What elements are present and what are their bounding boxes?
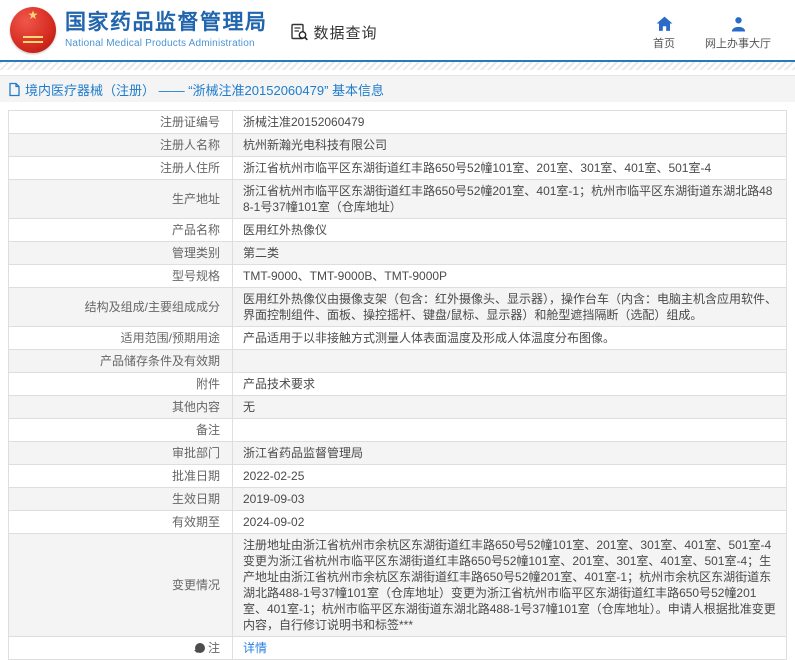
row-value: 杭州新瀚光电科技有限公司 (233, 134, 787, 157)
document-icon (8, 82, 21, 97)
row-value: 浙械注准20152060479 (233, 111, 787, 134)
breadcrumb[interactable]: 境内医疗器械（注册） —— “浙械注准20152060479” 基本信息 (25, 80, 384, 99)
row-label: 注册人住所 (9, 157, 233, 180)
row-label: 生效日期 (9, 488, 233, 511)
row-label: 备注 (9, 419, 233, 442)
row-value: 第二类 (233, 242, 787, 265)
nav-online-hall[interactable]: 网上办事大厅 (705, 16, 771, 51)
table-row: 审批部门浙江省药品监督管理局 (9, 442, 787, 465)
table-row: 变更情况注册地址由浙江省杭州市余杭区东湖街道红丰路650号52幢101室、201… (9, 534, 787, 637)
row-value: 详情 (233, 637, 787, 660)
decorative-stripe (0, 62, 795, 70)
row-label: 批准日期 (9, 465, 233, 488)
table-row: 附件产品技术要求 (9, 373, 787, 396)
table-row: 产品名称医用红外热像仪 (9, 219, 787, 242)
data-query-section: 数据查询 (290, 22, 378, 43)
row-value: 2022-02-25 (233, 465, 787, 488)
nav-home-label: 首页 (653, 35, 675, 51)
table-row: 管理类别第二类 (9, 242, 787, 265)
table-row: 型号规格TMT-9000、TMT-9000B、TMT-9000P (9, 265, 787, 288)
row-value: 产品适用于以非接触方式测量人体表面温度及形成人体温度分布图像。 (233, 327, 787, 350)
row-label: 注 (9, 637, 233, 660)
table-row: 生效日期2019-09-03 (9, 488, 787, 511)
row-value: 产品技术要求 (233, 373, 787, 396)
home-icon (656, 16, 673, 32)
table-row: 备注 (9, 419, 787, 442)
row-value: TMT-9000、TMT-9000B、TMT-9000P (233, 265, 787, 288)
row-label: 注册证编号 (9, 111, 233, 134)
nav-home[interactable]: 首页 (653, 16, 675, 51)
row-label: 审批部门 (9, 442, 233, 465)
row-label: 生产地址 (9, 180, 233, 219)
site-header: ★ 国家药品监督管理局 National Medical Products Ad… (0, 0, 795, 62)
table-row: 注册证编号浙械注准20152060479 (9, 111, 787, 134)
national-emblem-logo: ★ (10, 7, 56, 53)
row-label: 变更情况 (9, 534, 233, 637)
row-label: 产品储存条件及有效期 (9, 350, 233, 373)
table-row: 其他内容无 (9, 396, 787, 419)
row-label: 注册人名称 (9, 134, 233, 157)
document-search-icon (290, 23, 309, 42)
row-label: 其他内容 (9, 396, 233, 419)
emblem-gate-icon (23, 36, 43, 43)
row-value: 2019-09-03 (233, 488, 787, 511)
breadcrumb-bar: 境内医疗器械（注册） —— “浙械注准20152060479” 基本信息 (0, 75, 795, 102)
row-label: 型号规格 (9, 265, 233, 288)
row-value: 浙江省杭州市临平区东湖街道红丰路650号52幢101室、201室、301室、40… (233, 157, 787, 180)
row-value: 无 (233, 396, 787, 419)
row-label: 适用范围/预期用途 (9, 327, 233, 350)
table-row: 注册人住所浙江省杭州市临平区东湖街道红丰路650号52幢101室、201室、30… (9, 157, 787, 180)
emblem-star-icon: ★ (28, 9, 39, 21)
page: ★ 国家药品监督管理局 National Medical Products Ad… (0, 0, 795, 635)
table-row: 有效期至2024-09-02 (9, 511, 787, 534)
table-row: 产品储存条件及有效期 (9, 350, 787, 373)
agency-subtitle: National Medical Products Administration (65, 38, 268, 49)
row-value (233, 419, 787, 442)
registration-info-table: 注册证编号浙械注准20152060479注册人名称杭州新瀚光电科技有限公司注册人… (8, 110, 787, 660)
row-label: 有效期至 (9, 511, 233, 534)
header-nav: 首页 网上办事大厅 (653, 16, 771, 51)
row-value: 2024-09-02 (233, 511, 787, 534)
detail-link[interactable]: 详情 (243, 641, 267, 655)
data-query-label: 数据查询 (314, 22, 378, 43)
row-value: 浙江省药品监督管理局 (233, 442, 787, 465)
row-value: 医用红外热像仪由摄像支架（包含：红外摄像头、显示器），操作台车（内含：电脑主机含… (233, 288, 787, 327)
row-value: 浙江省杭州市临平区东湖街道红丰路650号52幢201室、401室-1；杭州市临平… (233, 180, 787, 219)
table-row: 批准日期2022-02-25 (9, 465, 787, 488)
table-row: 结构及组成/主要组成成分医用红外热像仪由摄像支架（包含：红外摄像头、显示器），操… (9, 288, 787, 327)
row-value: 注册地址由浙江省杭州市余杭区东湖街道红丰路650号52幢101室、201室、30… (233, 534, 787, 637)
table-row: 注详情 (9, 637, 787, 660)
user-icon (730, 16, 747, 32)
row-value: 医用红外热像仪 (233, 219, 787, 242)
table-row: 生产地址浙江省杭州市临平区东湖街道红丰路650号52幢201室、401室-1；杭… (9, 180, 787, 219)
nav-online-hall-label: 网上办事大厅 (705, 35, 771, 51)
row-label: 结构及组成/主要组成成分 (9, 288, 233, 327)
agency-title: 国家药品监督管理局 (65, 11, 268, 35)
table-row: 注册人名称杭州新瀚光电科技有限公司 (9, 134, 787, 157)
table-row: 适用范围/预期用途产品适用于以非接触方式测量人体表面温度及形成人体温度分布图像。 (9, 327, 787, 350)
row-value (233, 350, 787, 373)
note-icon (195, 643, 205, 653)
row-label: 附件 (9, 373, 233, 396)
row-label: 管理类别 (9, 242, 233, 265)
row-label: 产品名称 (9, 219, 233, 242)
agency-titles: 国家药品监督管理局 National Medical Products Admi… (65, 11, 268, 49)
